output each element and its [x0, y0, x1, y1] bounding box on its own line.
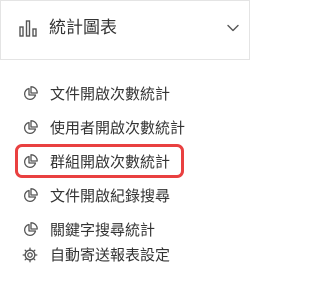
menu-item-label: 關鍵字搜尋統計 — [50, 221, 156, 239]
highlight-box — [15, 144, 184, 178]
stats-charts-header[interactable]: 統計圖表 — [0, 0, 250, 60]
menu-item-document-open-log-search[interactable]: 文件開啟紀錄搜尋 — [20, 182, 240, 210]
menu-item-label: 使用者開啟次數統計 — [50, 119, 186, 137]
menu-item-auto-report-settings[interactable]: 自動寄送報表設定 — [20, 241, 240, 269]
stats-menu: 文件開啟次數統計 使用者開啟次數統計 群組開啟次數統計 文件開啟紀錄搜尋 關鍵字… — [0, 60, 250, 288]
menu-item-keyword-search-stats[interactable]: 關鍵字搜尋統計 — [20, 216, 240, 244]
menu-item-label: 自動寄送報表設定 — [50, 246, 171, 264]
menu-item-document-open-stats[interactable]: 文件開啟次數統計 — [20, 80, 240, 108]
gear-icon — [22, 247, 38, 263]
bar-chart-icon — [19, 20, 37, 37]
pie-chart-icon — [23, 188, 38, 203]
pie-chart-icon — [23, 86, 38, 101]
pie-chart-icon — [23, 120, 38, 135]
chevron-down-icon[interactable] — [226, 21, 240, 35]
menu-item-user-open-stats[interactable]: 使用者開啟次數統計 — [20, 114, 240, 142]
section-title: 統計圖表 — [49, 18, 117, 38]
menu-item-label: 文件開啟紀錄搜尋 — [50, 187, 171, 205]
menu-item-label: 文件開啟次數統計 — [50, 85, 171, 103]
pie-chart-icon — [23, 222, 38, 237]
